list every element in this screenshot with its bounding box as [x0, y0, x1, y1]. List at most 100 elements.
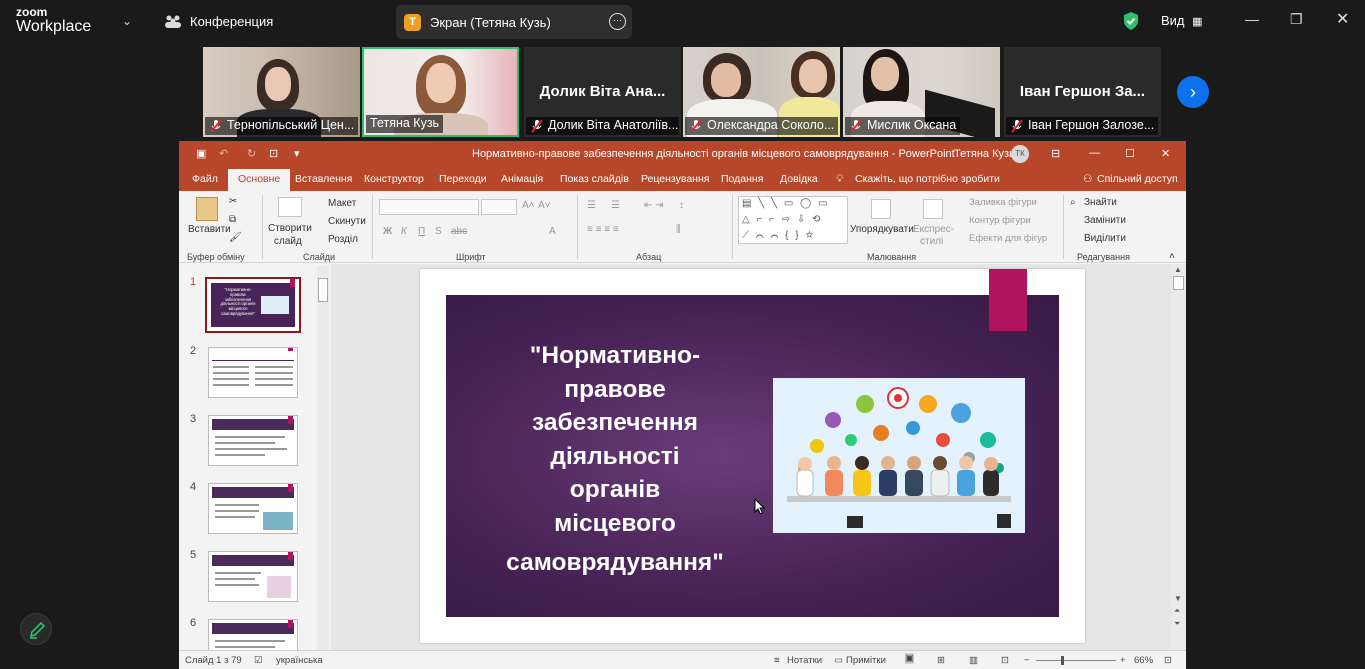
- participant-tile[interactable]: Долик Віта Ана... Долик Віта Анатоліїв..…: [524, 47, 681, 137]
- line-spacing-icon[interactable]: ↕: [679, 200, 684, 211]
- slide-thumbnail[interactable]: [208, 551, 298, 602]
- tab-file[interactable]: Файл: [192, 173, 218, 185]
- zoom-slider-thumb[interactable]: [1061, 656, 1064, 665]
- zoom-out-icon[interactable]: −: [1024, 655, 1030, 666]
- indent-icon[interactable]: ⇤ ⇥: [644, 200, 664, 211]
- paste-button[interactable]: Вставити: [188, 224, 231, 235]
- close-icon[interactable]: ✕: [1161, 147, 1170, 160]
- slide-thumbnail[interactable]: [208, 347, 298, 398]
- slideshow-icon[interactable]: ⊡: [1001, 655, 1009, 666]
- tab-transitions[interactable]: Переходи: [439, 173, 487, 185]
- align-icons[interactable]: ≡ ≡ ≡ ≡: [587, 224, 619, 235]
- comments-button[interactable]: Примітки: [846, 655, 886, 666]
- zoom-level[interactable]: 66%: [1134, 655, 1153, 666]
- encryption-shield-icon[interactable]: [1122, 11, 1140, 31]
- section-button[interactable]: Розділ: [328, 234, 358, 245]
- tell-me-box[interactable]: Скажіть, що потрібно зробити: [855, 173, 1000, 185]
- scrollbar-thumb[interactable]: [318, 278, 328, 302]
- font-size-field[interactable]: [481, 199, 517, 215]
- share-button[interactable]: Спільний доступ: [1097, 173, 1178, 185]
- redo-icon[interactable]: ↻: [247, 147, 256, 160]
- collapse-ribbon-icon[interactable]: ˄: [1169, 251, 1175, 262]
- restore-icon[interactable]: ❐: [1290, 11, 1303, 28]
- ppt-user-name[interactable]: Тетяна Кузь: [954, 148, 1015, 160]
- tab-review[interactable]: Рецензування: [641, 173, 709, 185]
- annotate-button[interactable]: [20, 613, 52, 645]
- participant-tile[interactable]: Тернопільський Цен...: [203, 47, 360, 137]
- participant-tile[interactable]: Олександра Соколо...: [683, 47, 840, 137]
- bold-button[interactable]: Ж: [383, 226, 392, 237]
- copy-icon[interactable]: ⧉: [229, 214, 236, 225]
- chevron-down-icon[interactable]: ⌄: [122, 14, 132, 28]
- find-button[interactable]: Знайти: [1084, 197, 1117, 208]
- maximize-icon[interactable]: ☐: [1125, 147, 1135, 160]
- present-icon[interactable]: ⊡: [269, 147, 278, 160]
- quick-styles-icon[interactable]: [923, 199, 943, 219]
- shape-outline-button[interactable]: Контур фігури: [969, 215, 1031, 226]
- slide-thumbnail[interactable]: "Нормативно-правове забезпечення діяльно…: [205, 277, 301, 333]
- language-indicator[interactable]: українська: [276, 655, 323, 666]
- slide[interactable]: "Нормативно- правове забезпечення діяльн…: [420, 269, 1085, 643]
- tab-home[interactable]: Основне: [228, 169, 291, 191]
- cut-icon[interactable]: ✂: [229, 196, 237, 207]
- previous-slide-icon[interactable]: ⏶: [1174, 606, 1180, 616]
- reading-view-icon[interactable]: ▥: [969, 655, 978, 666]
- reset-button[interactable]: Скинути: [328, 216, 366, 227]
- thumbnails-scrollbar[interactable]: [317, 266, 329, 653]
- tab-help[interactable]: Довідка: [780, 173, 818, 185]
- shape-effects-button[interactable]: Ефекти для фігур: [969, 233, 1047, 244]
- participant-tile[interactable]: Мислик Оксана: [843, 47, 1000, 137]
- scroll-up-icon[interactable]: ▲: [1174, 265, 1182, 274]
- new-slide-icon[interactable]: [278, 197, 302, 217]
- notes-button[interactable]: Нотатки: [787, 655, 822, 666]
- participant-tile-active-speaker[interactable]: Тетяна Кузь: [362, 47, 519, 137]
- zoom-slider[interactable]: [1036, 660, 1116, 661]
- shape-fill-button[interactable]: Заливка фігури: [969, 197, 1037, 208]
- italic-button[interactable]: К: [401, 226, 407, 237]
- arrange-button[interactable]: Упорядкувати: [850, 224, 914, 235]
- format-painter-icon[interactable]: 🖌︎: [229, 232, 242, 243]
- slide-scrollbar[interactable]: ▲ ▼ ⏶ ⏷: [1171, 264, 1186, 657]
- save-icon[interactable]: ▣: [196, 147, 206, 160]
- slide-thumbnail[interactable]: [208, 415, 298, 466]
- numbering-icon[interactable]: ☰: [611, 200, 620, 211]
- slide-title[interactable]: "Нормативно- правове забезпечення діяльн…: [486, 339, 744, 580]
- normal-view-icon[interactable]: ▣: [905, 653, 914, 664]
- underline-button[interactable]: П: [418, 226, 425, 237]
- slide-illustration[interactable]: [773, 378, 1025, 533]
- grow-font-icon[interactable]: A˄: [522, 200, 535, 211]
- scroll-down-icon[interactable]: ▼: [1174, 594, 1182, 603]
- font-color-icon[interactable]: A: [549, 226, 556, 237]
- conference-button[interactable]: Конференция: [164, 14, 273, 29]
- layout-button[interactable]: Макет: [328, 198, 356, 209]
- select-button[interactable]: Виділити: [1084, 233, 1126, 244]
- character-spacing-button[interactable]: abc: [451, 226, 467, 237]
- tab-slideshow[interactable]: Показ слайдів: [560, 173, 629, 185]
- minimize-icon[interactable]: —: [1089, 147, 1100, 159]
- replace-button[interactable]: Замінити: [1084, 215, 1126, 226]
- columns-icon[interactable]: ⫼: [676, 224, 681, 235]
- bullets-icon[interactable]: ☰: [587, 200, 596, 211]
- slide-thumbnail[interactable]: [208, 483, 298, 534]
- undo-icon[interactable]: ↶: [219, 147, 228, 160]
- shrink-font-icon[interactable]: A˅: [538, 200, 551, 211]
- more-options-icon[interactable]: ···: [609, 13, 626, 30]
- spelling-icon[interactable]: ☑: [254, 655, 263, 666]
- zoom-in-icon[interactable]: +: [1120, 655, 1126, 666]
- paste-icon[interactable]: [196, 197, 218, 221]
- quick-styles-label-2[interactable]: стилі: [920, 236, 943, 247]
- font-name-field[interactable]: [379, 199, 479, 215]
- tab-animations[interactable]: Анімація: [501, 173, 543, 185]
- tab-design[interactable]: Конструктор: [364, 173, 424, 185]
- close-icon[interactable]: ✕: [1336, 9, 1349, 29]
- customize-icon[interactable]: ▾: [294, 147, 300, 160]
- slide-sorter-icon[interactable]: ⊞: [937, 655, 945, 666]
- scrollbar-thumb[interactable]: [1173, 276, 1184, 290]
- arrange-icon[interactable]: [871, 199, 891, 219]
- avatar[interactable]: ТК: [1011, 145, 1029, 163]
- tab-view[interactable]: Подання: [721, 173, 763, 185]
- strikethrough-button[interactable]: S: [435, 226, 442, 237]
- next-page-button[interactable]: ›: [1177, 76, 1209, 108]
- quick-styles-label-1[interactable]: Експрес-: [913, 224, 954, 235]
- screen-share-pill[interactable]: T Экран (Тетяна Кузь) ···: [396, 5, 632, 39]
